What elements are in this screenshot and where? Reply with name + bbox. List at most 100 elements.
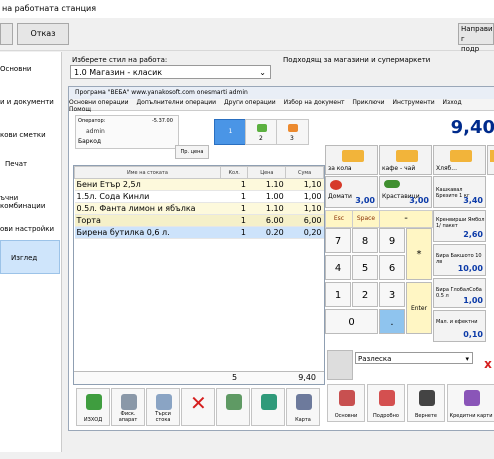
credit-card-tool-button[interactable]: Кредитни карти (447, 384, 494, 422)
cell-name: Бени Етър 2,5л (74, 178, 221, 191)
operator-panel: Оператор: -5.37.00 admin Баркод (75, 115, 179, 149)
sidebar-item-label: ови настройки (0, 225, 55, 233)
sidebar-item-documents[interactable]: и и документи (0, 98, 60, 106)
ok-button[interactable] (0, 23, 13, 45)
key-1[interactable]: 1 (325, 282, 351, 307)
cell-price: 0.20 (247, 226, 286, 239)
cancel-button[interactable]: Отказ (17, 23, 69, 45)
add-client-button[interactable] (216, 388, 250, 426)
operator-value: -5.37.00 (152, 118, 173, 124)
pos-menu-tools[interactable]: Инструменти (393, 99, 435, 106)
key-2[interactable]: 2 (352, 282, 378, 307)
exit-icon (86, 394, 102, 410)
table-row[interactable]: 1.5л. Сода Кинли 1 1.00 1,00 (74, 190, 324, 203)
column-header: Кол. (219, 166, 249, 179)
product-beer-global[interactable]: Бира ГлобалСоба 0.5 л 1,00 (433, 278, 486, 308)
space-key[interactable]: Space (352, 210, 380, 228)
client-value: Разлеска (358, 355, 392, 363)
category-bread[interactable]: Хляб... (433, 145, 486, 175)
sidebar-item-view[interactable]: Изглед (0, 240, 60, 274)
pos-menu-additional[interactable]: Допълнителни операции (136, 99, 216, 106)
operator-label: Оператор: (78, 118, 106, 124)
barcode-label: Баркод (78, 138, 102, 145)
style-select[interactable]: 1.0 Магазин - класик ⌄ (70, 65, 271, 79)
cell-price: 6.00 (247, 214, 286, 227)
folder-icon (396, 150, 418, 162)
product-sausages[interactable]: Кренвирши Ямбол 1/ пакет 2,60 (433, 210, 486, 242)
pos-menu-document[interactable]: Избор на документ (284, 99, 345, 106)
multiply-key[interactable]: * (406, 228, 432, 280)
card-button[interactable]: Карта (286, 388, 320, 426)
key-8[interactable]: 8 (352, 228, 378, 253)
key-4[interactable]: 4 (325, 255, 351, 280)
key-0[interactable]: 0 (325, 309, 378, 334)
esc-key[interactable]: Esc (325, 210, 353, 228)
cell-name: Бирена бутилка 0,6 л. (74, 226, 221, 239)
category-label: кафе - чай (382, 165, 416, 172)
style-select-value: 1.0 Магазин - класик (74, 68, 163, 77)
table-row[interactable]: Бени Етър 2,5л 1 1.10 1,10 (74, 178, 324, 191)
key-6[interactable]: 6 (379, 255, 405, 280)
tab-2[interactable]: 2 (245, 119, 278, 145)
credit-card-tool-label: Кредитни карти (449, 413, 493, 419)
exit-label: ИЗХОД (83, 417, 103, 423)
pos-menu-other[interactable]: Други операции (224, 99, 276, 106)
key-5[interactable]: 5 (352, 255, 378, 280)
price-check-button[interactable]: Пр. цена (175, 145, 209, 159)
pos-preview: Програма "ВЕБА" www.yanakosoft.com onesm… (68, 86, 494, 431)
enter-key[interactable]: Enter (406, 282, 432, 334)
product-tomatoes[interactable]: Домати 3,00 (325, 176, 378, 208)
cell-sum: 6,00 (285, 214, 324, 227)
minus-key[interactable]: - (379, 210, 433, 228)
client-clear-button[interactable]: x (481, 351, 494, 377)
detail-tool-label: Подробно (373, 413, 399, 419)
category-coffee[interactable]: кафе - чай (379, 145, 432, 175)
action-button[interactable]: Направи г подр (458, 23, 494, 53)
ticket-icon (419, 390, 435, 406)
key-9[interactable]: 9 (379, 228, 405, 253)
category-more[interactable] (487, 145, 494, 175)
product-cucumbers[interactable]: Краставици 3,00 (379, 176, 432, 208)
pos-menu-exit[interactable]: Изход (443, 99, 462, 106)
sidebar-item-accounts[interactable]: кови сметки (0, 131, 60, 139)
sidebar-item-print[interactable]: Печат (0, 160, 65, 168)
delete-button[interactable]: ✕ (181, 388, 215, 426)
sidebar-item-label: ъчни комбинации (0, 194, 46, 210)
discount-button[interactable] (251, 388, 285, 426)
table-row[interactable]: Торта 1 6.00 6,00 (74, 214, 324, 227)
pos-menu-basic[interactable]: Основни операции (69, 99, 129, 106)
exit-button[interactable]: ИЗХОД (76, 388, 110, 426)
key-7[interactable]: 7 (325, 228, 351, 253)
search-product-button[interactable]: Търси стока (146, 388, 180, 426)
detail-tool-button[interactable]: Подробно (367, 384, 405, 422)
cell-price: 1.10 (247, 202, 286, 215)
sidebar-item-hotkeys[interactable]: ъчни комбинации (0, 194, 60, 210)
sidebar-item-settings[interactable]: ови настройки (0, 225, 60, 233)
tab-1[interactable]: 1 (214, 119, 247, 145)
key-3[interactable]: 3 (379, 282, 405, 307)
decimal-key[interactable]: . (379, 309, 405, 334)
cell-sum: 0,20 (285, 226, 324, 239)
return-tool-button[interactable]: Вернете (407, 384, 445, 422)
product-beer[interactable]: Бира Бакшото 10 лв 10,00 (433, 244, 486, 276)
tab-3[interactable]: 3 (276, 119, 309, 145)
cell-name: 1.5л. Сода Кинли (74, 190, 221, 203)
client-select[interactable]: Разлеска ▾ (355, 352, 473, 364)
basket-icon (257, 124, 267, 132)
table-row[interactable]: 0.5л. Фанта лимон и ябълка 1 1.10 1,10 (74, 202, 324, 215)
fiscal-button[interactable]: Фиск. апарат (111, 388, 145, 426)
product-name: Кренвирши Ямбол 1/ пакет (436, 217, 485, 229)
table-row-selected[interactable]: Бирена бутилка 0,6 л. 1 0.20 0,20 (74, 226, 324, 239)
product-cheese[interactable]: Кашкавал Брезите 1 кг 3,40 (433, 176, 486, 208)
sidebar-item-basic[interactable]: Основни (0, 65, 60, 73)
product-small[interactable]: Мал. и ефектни 0,10 (433, 310, 486, 342)
column-header: Цена (247, 166, 287, 179)
table-footer: 5 9,40 (74, 371, 324, 384)
folder-icon (490, 150, 494, 162)
category-cola[interactable]: за кола (325, 145, 378, 175)
main-tool-button[interactable]: Основни (327, 384, 365, 422)
sidebar-item-label: и и документи (0, 98, 54, 106)
top-toolbar: Отказ Направи г подр (0, 18, 494, 53)
pos-menu-close[interactable]: Приключи (352, 99, 384, 106)
pos-menu-help[interactable]: Помощ (69, 106, 91, 113)
